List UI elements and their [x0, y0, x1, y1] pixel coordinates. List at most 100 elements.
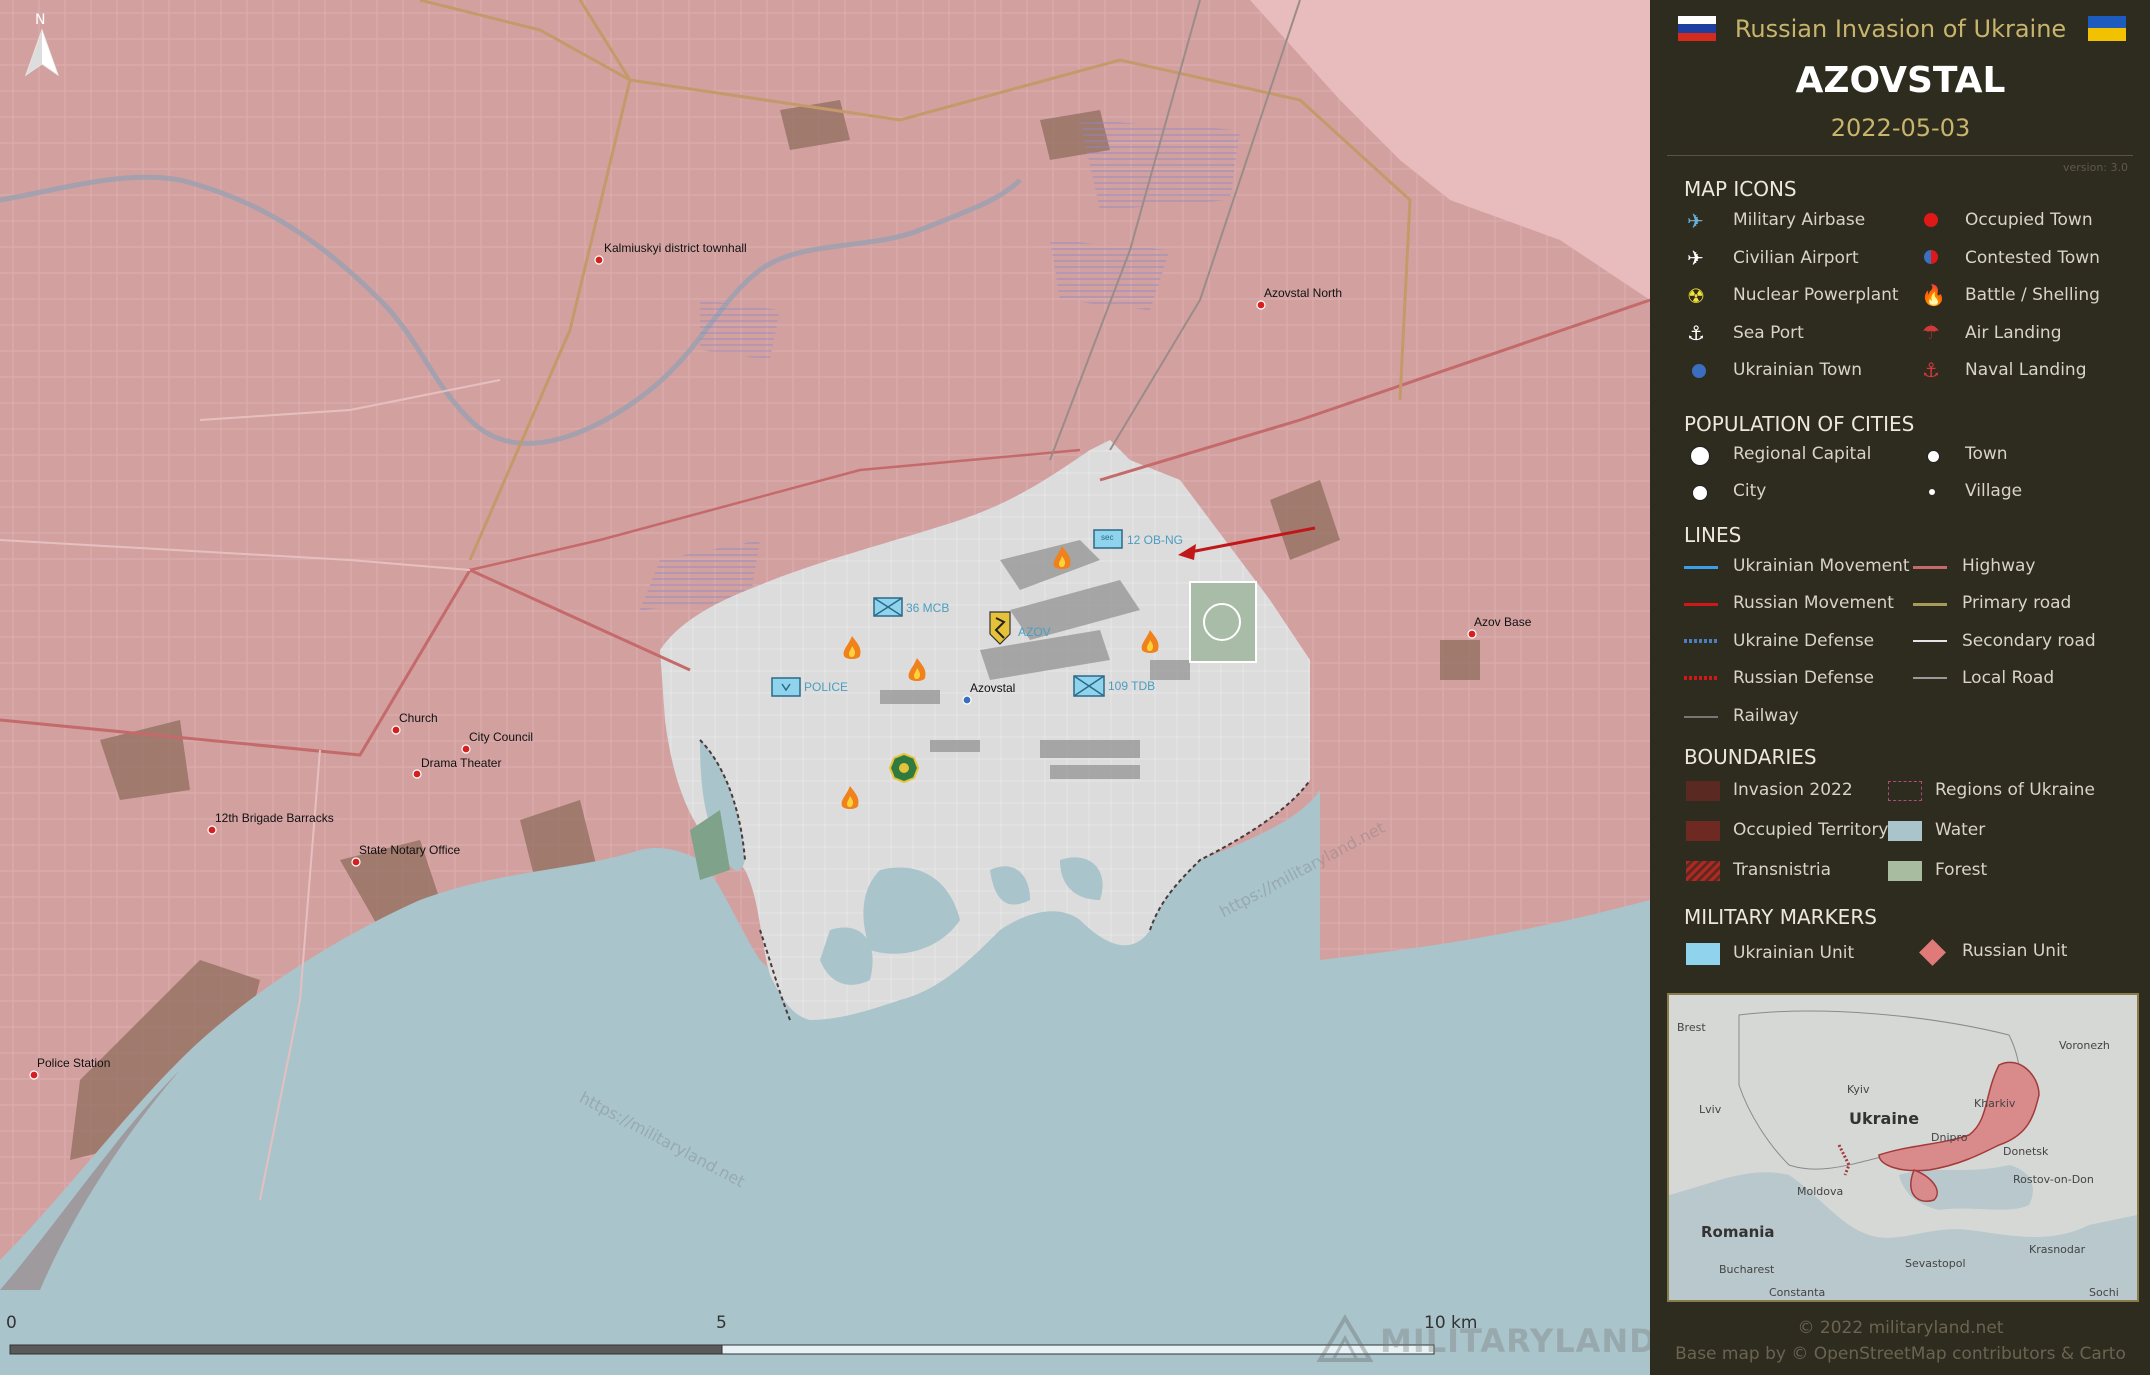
regional-capital-dot-icon: [1690, 446, 1710, 466]
legend-city: City: [1733, 481, 1767, 501]
transnistria-swatch: [1686, 861, 1720, 881]
inset-label-ukraine: Ukraine: [1849, 1109, 1920, 1128]
scale-bar: [9, 1344, 1435, 1355]
header-title: AZOVSTAL: [1795, 60, 2006, 101]
inset-label-kharkiv: Kharkiv: [1974, 1097, 2016, 1110]
section-population: POPULATION OF CITIES: [1684, 412, 1915, 436]
legend-secondary-road: Secondary road: [1962, 631, 2096, 651]
marker-azovstal: [962, 695, 972, 705]
marker-azov-base: [1467, 629, 1477, 639]
naval-anchor-icon: ⚓: [1922, 358, 1940, 382]
section-map-icons: MAP ICONS: [1684, 177, 1797, 201]
inset-label-sevastopol: Sevastopol: [1905, 1257, 1966, 1270]
russian-defense-icon: [1684, 676, 1718, 680]
town-dot-icon: [1927, 450, 1940, 463]
legend-battle: Battle / Shelling: [1965, 285, 2100, 305]
border-guard-emblem-icon: [888, 752, 920, 784]
regions-swatch: [1888, 781, 1922, 801]
inset-label-donetsk: Donetsk: [2003, 1145, 2049, 1158]
legend-invasion: Invasion 2022: [1733, 780, 1853, 800]
inset-label-rostov: Rostov-on-Don: [2013, 1173, 2094, 1186]
unit-109tdb: [1073, 675, 1105, 697]
local-road-icon: [1913, 677, 1947, 679]
header-divider: [1667, 155, 2133, 156]
label-unit-12obng: 12 OB-NG: [1127, 533, 1184, 547]
legend-town: Town: [1965, 444, 2008, 464]
village-dot-icon: [1929, 489, 1935, 495]
header-date: 2022-05-03: [1830, 114, 1971, 142]
inset-label-moldova: Moldova: [1797, 1185, 1844, 1198]
military-airbase-icon: ✈: [1687, 209, 1704, 233]
park: [1189, 581, 1257, 663]
invasion-swatch: [1686, 781, 1720, 801]
section-boundaries: BOUNDARIES: [1684, 745, 1817, 769]
marker-church: [391, 725, 401, 735]
ukraine-defense-icon: [1684, 639, 1718, 643]
label-azovstal-north: Azovstal North: [1264, 286, 1343, 300]
legend-primary-road: Primary road: [1962, 593, 2072, 613]
inset-label-constanta: Constanta: [1769, 1286, 1826, 1299]
marker-azovstal-north: [1256, 300, 1266, 310]
legend-ukrainian-movement: Ukrainian Movement: [1733, 556, 1910, 576]
map-area[interactable]: N Kalmiuskyi district townhall Azovstal …: [0, 0, 1650, 1375]
civilian-airport-icon: ✈: [1687, 246, 1704, 270]
contested-town-icon: [1924, 250, 1938, 264]
marker-city-council: [461, 744, 471, 754]
legend-regions: Regions of Ukraine: [1935, 780, 2095, 800]
label-police-station: Police Station: [37, 1056, 111, 1070]
legend-occupied: Occupied Territory: [1733, 820, 1889, 840]
anchor-icon: ⚓: [1687, 321, 1705, 345]
legend-air-landing: Air Landing: [1965, 323, 2062, 343]
label-unit-azov: AZOV: [1018, 625, 1051, 639]
legend-panel: Russian Invasion of Ukraine AZOVSTAL 202…: [1651, 0, 2150, 1375]
legend-local-road: Local Road: [1962, 668, 2055, 688]
forest-swatch: [1888, 861, 1922, 881]
inset-label-brest: Brest: [1677, 1021, 1706, 1034]
inset-map[interactable]: Brest Voronezh Kyiv Kharkiv Lviv Ukraine…: [1667, 993, 2139, 1302]
label-barracks: 12th Brigade Barracks: [215, 811, 334, 825]
marker-notary: [351, 857, 361, 867]
legend-sea-port: Sea Port: [1733, 323, 1804, 343]
label-unit-109tdb: 109 TDB: [1108, 679, 1156, 693]
inset-label-bucharest: Bucharest: [1719, 1263, 1775, 1276]
label-church: Church: [399, 711, 438, 725]
inset-label-voronezh: Voronezh: [2059, 1039, 2110, 1052]
legend-russian-unit: Russian Unit: [1962, 941, 2068, 961]
marker-drama-theater: [412, 769, 422, 779]
secondary-road-icon: [1913, 640, 1947, 642]
occupied-town-icon: [1924, 213, 1938, 227]
fire-icon: 🔥: [1921, 283, 1946, 307]
header-subtitle: Russian Invasion of Ukraine: [1734, 15, 2067, 43]
version-label: version: 3.0: [2063, 161, 2128, 174]
scale-label-5: 5: [716, 1313, 727, 1333]
marker-townhall: [594, 255, 604, 265]
ukrainian-unit-swatch: [1686, 943, 1720, 965]
marker-barracks: [207, 825, 217, 835]
legend-military-airbase: Military Airbase: [1733, 210, 1866, 230]
inset-label-romania: Romania: [1701, 1223, 1775, 1241]
legend-highway: Highway: [1962, 556, 2036, 576]
legend-regional-capital: Regional Capital: [1733, 444, 1872, 464]
legend-nuclear: Nuclear Powerplant: [1733, 285, 1899, 305]
label-notary: State Notary Office: [359, 843, 461, 857]
russian-movement-icon: [1684, 603, 1718, 606]
inset-label-dnipro: Dnipro: [1931, 1131, 1968, 1144]
legend-forest: Forest: [1935, 860, 1988, 880]
russian-unit-diamond-icon: [1919, 939, 1946, 966]
nuclear-icon: ☢: [1687, 284, 1705, 308]
legend-occupied-town: Occupied Town: [1965, 210, 2093, 230]
inset-label-lviv: Lviv: [1699, 1103, 1722, 1116]
label-unit-police: POLICE: [804, 680, 849, 694]
inset-label-sochi: Sochi: [2089, 1286, 2119, 1299]
unit-police: [771, 677, 801, 697]
legend-transnistria: Transnistria: [1733, 860, 1832, 880]
unit-36mcb: [873, 597, 903, 617]
inset-label-kyiv: Kyiv: [1847, 1083, 1870, 1096]
water-swatch: [1888, 821, 1922, 841]
label-azov-base: Azov Base: [1474, 615, 1532, 629]
city-dot-icon: [1692, 485, 1708, 501]
legend-ukrainian-unit: Ukrainian Unit: [1733, 943, 1855, 963]
legend-ukrainian-town: Ukrainian Town: [1733, 360, 1863, 380]
marker-police-station: [29, 1070, 39, 1080]
label-unit-sec: sec: [1101, 533, 1114, 542]
